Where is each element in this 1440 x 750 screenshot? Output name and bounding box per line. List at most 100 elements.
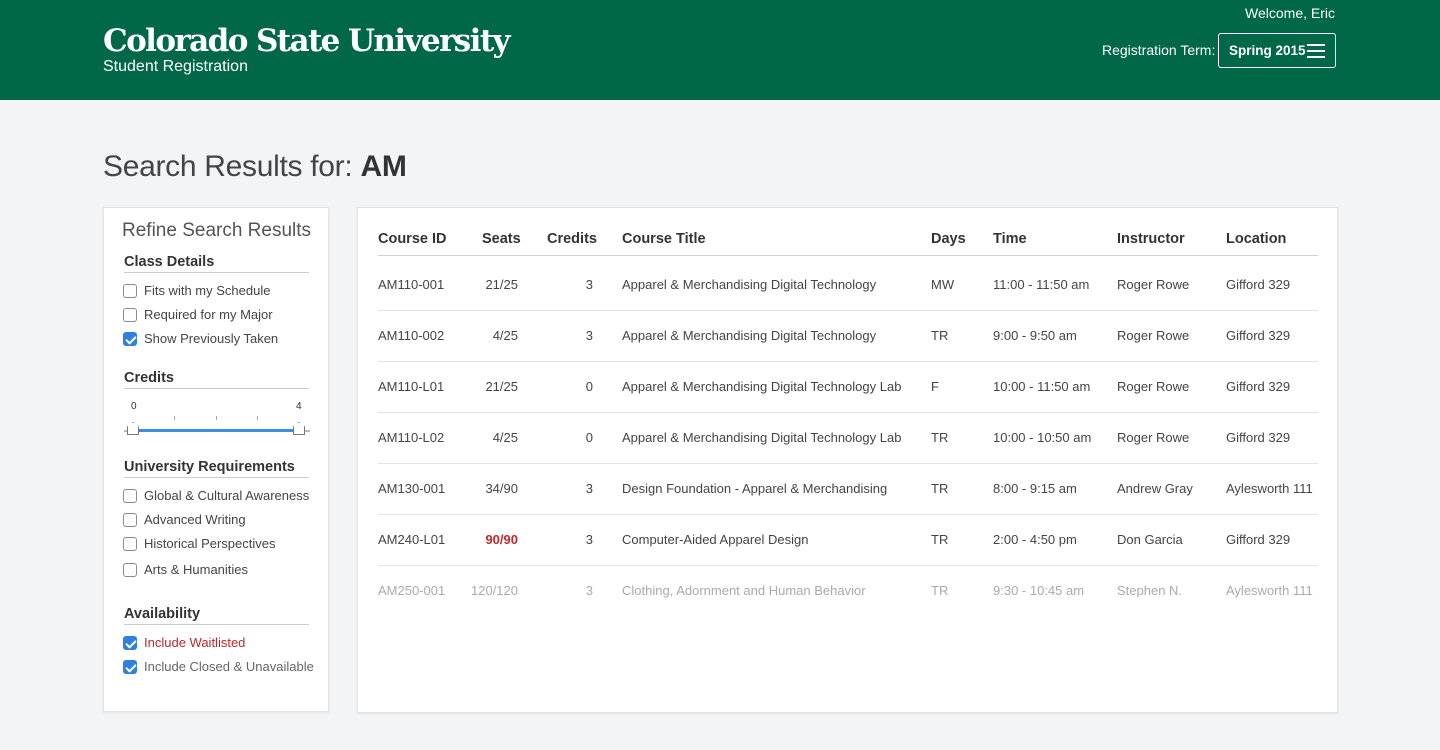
slider-min-handle[interactable] [127,422,139,435]
checkbox-checked[interactable] [123,635,137,650]
filter-required-major[interactable]: Required for my Major [123,307,273,322]
credits-heading: Credits [124,370,309,389]
checkbox[interactable] [123,307,137,322]
university-requirements-heading: University Requirements [124,459,309,478]
cell-seats: 34/90 [485,481,518,496]
cell-course-id: AM250-001 [378,583,446,598]
welcome-message: Welcome, Eric [1245,5,1335,21]
filter-label: Fits with my Schedule [144,283,271,298]
cell-course-id: AM110-L02 [378,430,445,445]
cell-days: F [931,379,939,394]
column-header-time[interactable]: Time [993,231,1027,247]
filter-label: Include Waitlisted [144,635,246,650]
cell-credits: 0 [585,430,593,445]
cell-instructor: Roger Rowe [1117,277,1190,292]
cell-time: 9:00 - 9:50 am [993,328,1077,343]
cell-course-id: AM240-L01 [378,532,446,547]
cell-days: TR [931,583,949,598]
search-query: AM [360,150,407,183]
credits-range-slider[interactable]: 0 4 [124,398,310,438]
filter-label: Show Previously Taken [144,331,279,346]
cell-days: TR [931,430,949,445]
cell-instructor: Roger Rowe [1117,430,1190,445]
filter-fits-schedule[interactable]: Fits with my Schedule [123,283,270,298]
checkbox-checked[interactable] [123,331,137,346]
column-header-credits[interactable]: Credits [547,231,597,247]
cell-seats: 21/25 [485,379,518,394]
filter-arts-humanities[interactable]: Arts & Humanities [123,562,248,577]
cell-course-title: Apparel & Merchandising Digital Technolo… [622,277,877,292]
filter-historical-perspectives[interactable]: Historical Perspectives [123,536,276,551]
cell-time: 8:00 - 9:15 am [993,481,1077,496]
column-header-instructor[interactable]: Instructor [1117,231,1185,247]
logo-subtitle: Student Registration [103,58,248,75]
class-details-heading: Class Details [124,254,309,273]
registration-term-label: Registration Term: [1102,42,1216,58]
table-row[interactable]: AM110-L02 4/25 0 Apparel & Merchandising Di… [378,413,1318,464]
cell-credits: 3 [585,328,593,343]
cell-instructor: Don Garcia [1117,532,1183,547]
column-header-days[interactable]: Days [931,231,966,247]
cell-course-id: AM110-002 [378,328,445,343]
filter-label: Global & Cultural Awareness [144,488,310,503]
cell-time: 10:00 - 10:50 am [993,430,1092,445]
slider-tick [257,416,258,420]
cell-days: TR [931,481,949,496]
cell-course-title: Design Foundation - Apparel & Merchandis… [622,481,888,496]
cell-seats: 21/25 [485,277,518,292]
column-header-course-id[interactable]: Course ID [378,231,447,247]
cell-course-title: Computer-Aided Apparel Design [622,532,809,547]
table-row[interactable]: AM130-001 34/90 3 Design Foundation - Appar… [378,464,1318,515]
table-row[interactable]: AM240-L01 90/90 3 Computer-Aided Apparel De… [378,515,1318,566]
term-value: Spring 2015 [1229,43,1306,58]
column-header-location[interactable]: Location [1226,231,1286,247]
cell-days: TR [931,328,949,343]
cell-instructor: Andrew Gray [1117,481,1193,496]
cell-location: Gifford 329 [1226,277,1291,292]
checkbox[interactable] [123,488,137,503]
cell-credits: 3 [585,481,593,496]
hamburger-menu-icon [1307,44,1325,58]
cell-location: Aylesworth 111 [1226,583,1313,598]
table-row[interactable]: AM110-L01 21/25 0 Apparel & Merchandising D… [378,362,1318,413]
cell-location: Gifford 329 [1226,328,1291,343]
cell-instructor: Roger Rowe [1117,328,1190,343]
checkbox[interactable] [123,512,137,527]
slider-tick [216,416,217,420]
cell-course-title: Apparel & Merchandising Digital Technolo… [622,379,902,394]
page-title-prefix: Search Results for: [103,150,361,183]
csu-logo[interactable]: Colorado State University Student Regist… [103,22,511,76]
checkbox[interactable] [123,283,137,298]
slider-tick [174,416,175,420]
site-header: Colorado State University Student Regist… [0,0,1440,100]
checkbox[interactable] [123,562,137,577]
slider-max-handle[interactable] [293,422,305,435]
checkbox-checked[interactable] [123,659,137,674]
filter-global-cultural[interactable]: Global & Cultural Awareness [123,488,309,503]
table-row[interactable]: AM110-002 4/25 3 Apparel & Merchandising Di… [378,311,1318,362]
sidebar-title: Refine Search Results [122,220,312,241]
filter-include-waitlisted[interactable]: Include Waitlisted [123,635,245,650]
cell-seats: 90/90 [485,532,518,547]
filter-include-closed[interactable]: Include Closed & Unavailable [123,659,314,674]
filter-label: Include Closed & Unavailable [144,659,314,674]
filter-advanced-writing[interactable]: Advanced Writing [123,512,246,527]
slider-fill [133,429,299,432]
filter-label: Arts & Humanities [144,562,249,577]
checkbox[interactable] [123,536,137,551]
cell-time: 11:00 - 11:50 am [993,277,1090,292]
cell-days: MW [931,277,955,292]
slider-min-label: 0 [131,401,137,412]
term-menu-button[interactable]: Spring 2015 [1218,33,1336,68]
cell-seats: 4/25 [492,430,518,445]
table-row[interactable]: AM250-001 120/120 3 Clothing, Adornment and… [378,566,1318,617]
cell-credits: 3 [585,583,593,598]
column-header-seats[interactable]: Seats [482,231,521,247]
cell-course-id: AM110-L01 [378,379,445,394]
table-row[interactable]: AM110-001 21/25 3 Apparel & Merchandising D… [378,260,1318,311]
column-header-course-title[interactable]: Course Title [622,231,706,247]
filter-previously-taken[interactable]: Show Previously Taken [123,331,278,346]
cell-location: Aylesworth 111 [1226,481,1313,496]
table-header: Course ID Seats Credits Course Title Day… [378,230,1318,256]
cell-credits: 3 [585,532,593,547]
